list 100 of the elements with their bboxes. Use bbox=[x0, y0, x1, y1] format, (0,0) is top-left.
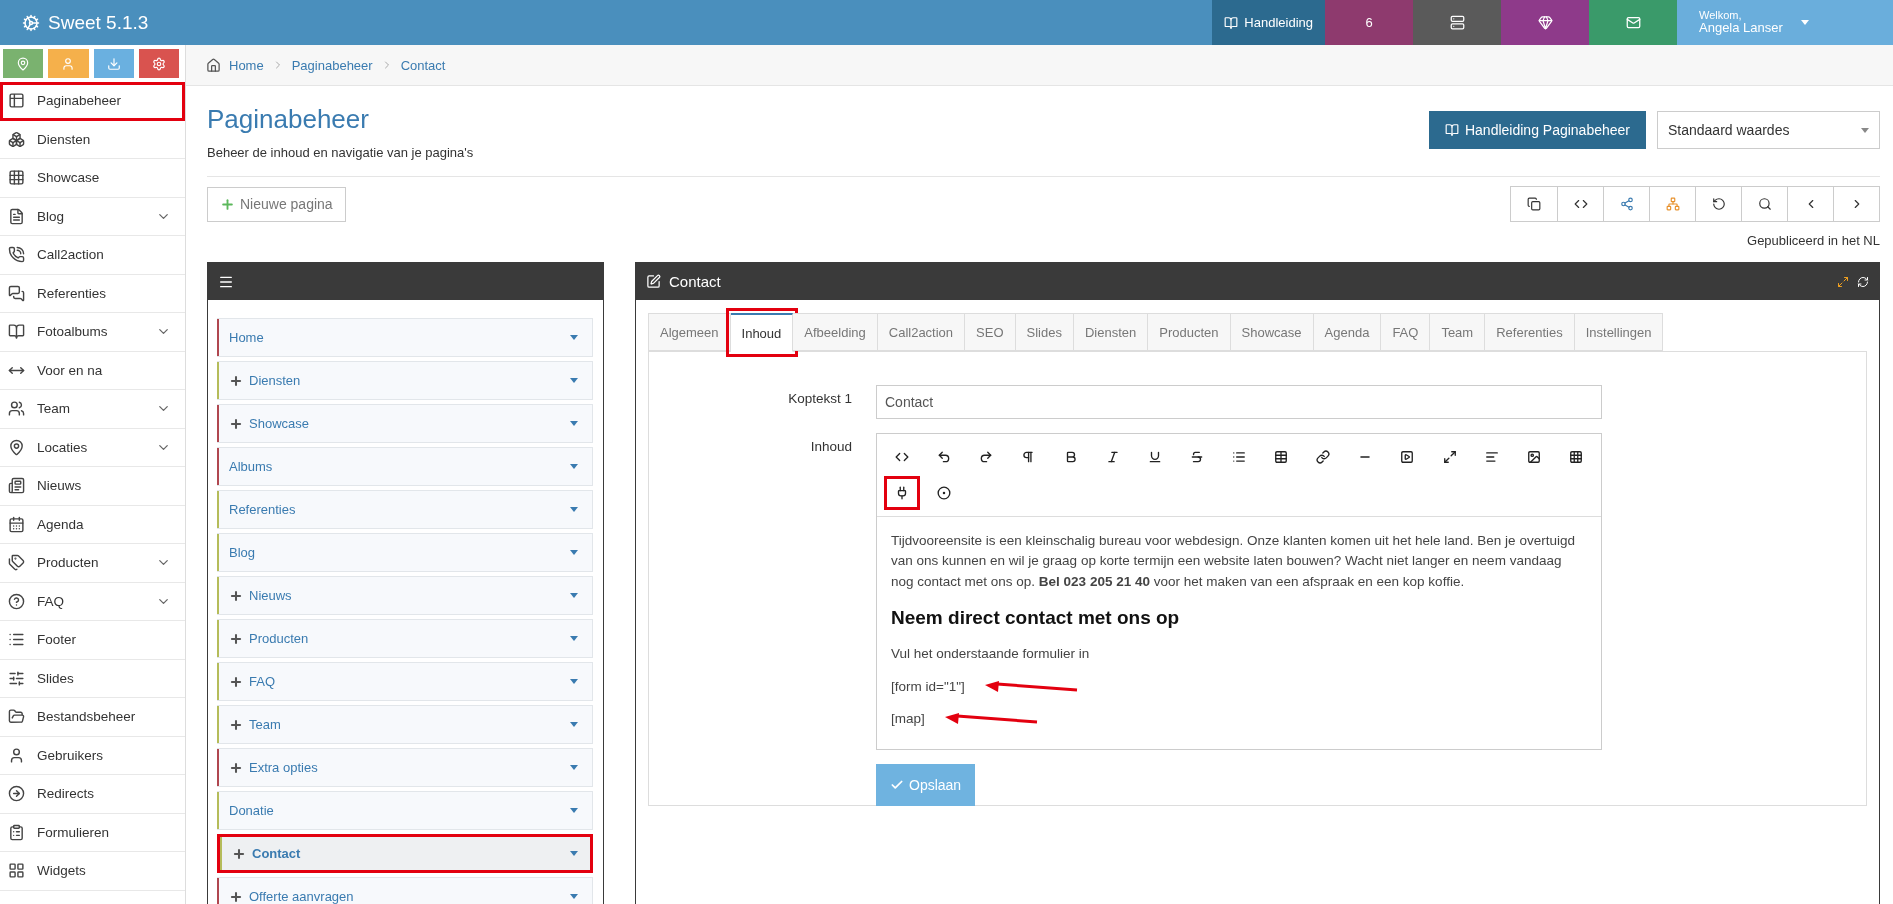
tab[interactable]: Team bbox=[1430, 313, 1486, 351]
caret-icon bbox=[1800, 20, 1809, 25]
content-paragraph: [map] bbox=[891, 709, 925, 728]
field-label: Koptekst 1 bbox=[787, 390, 852, 408]
tree-item[interactable]: Team bbox=[217, 705, 593, 744]
chat-icon bbox=[8, 284, 25, 302]
quick-button[interactable] bbox=[138, 49, 179, 78]
clipboard-icon bbox=[8, 823, 25, 841]
arrow-circle-icon bbox=[8, 785, 25, 803]
rich-text-editor[interactable] bbox=[876, 433, 1602, 750]
content-paragraph: [form id="1"] bbox=[891, 677, 965, 696]
caret-icon bbox=[570, 593, 578, 598]
heading-input[interactable]: Contact bbox=[876, 385, 1602, 419]
breadcrumb-link[interactable]: Paginabeheer bbox=[291, 57, 373, 73]
sidebar-item[interactable]: Producten bbox=[0, 544, 185, 583]
tab[interactable]: Instellingen bbox=[1574, 313, 1664, 351]
tree-item[interactable]: Nieuws bbox=[217, 576, 593, 615]
sidebar-item[interactable]: Widgets bbox=[0, 852, 185, 891]
tree-item[interactable]: Contact bbox=[217, 834, 593, 873]
sidebar-item[interactable]: Call2action bbox=[0, 236, 185, 275]
refresh-icon[interactable] bbox=[1857, 275, 1869, 288]
tab[interactable]: Call2action bbox=[877, 313, 966, 351]
page-subtitle: Beheer de inhoud en navigatie van je pagina's bbox=[207, 145, 475, 160]
tree-item[interactable]: Home bbox=[217, 318, 593, 357]
content-paragraph: Vul het onderstaande formulier in bbox=[891, 645, 1090, 664]
caret-icon bbox=[570, 464, 578, 469]
manual-link[interactable]: Handleiding bbox=[1212, 0, 1325, 45]
tree-item[interactable]: Offerte aanvragen bbox=[217, 877, 593, 904]
sliders-icon bbox=[8, 669, 25, 687]
manual-button[interactable]: Handleiding Paginabeheer bbox=[1428, 111, 1646, 149]
panel-title: Contact bbox=[669, 273, 722, 290]
tab[interactable]: Slides bbox=[1015, 313, 1074, 351]
tree-item[interactable]: Albums bbox=[217, 447, 593, 486]
tab[interactable]: Referenties bbox=[1485, 313, 1575, 351]
check-icon bbox=[890, 778, 904, 792]
caret-icon bbox=[570, 894, 578, 899]
save-button[interactable]: Opslaan bbox=[876, 764, 976, 806]
gem-button[interactable] bbox=[1501, 0, 1589, 45]
tree-item[interactable]: Producten bbox=[217, 619, 593, 658]
server-button[interactable] bbox=[1413, 0, 1501, 45]
sidebar-item[interactable]: Agenda bbox=[0, 505, 185, 544]
sidebar-item[interactable]: Voor en na bbox=[0, 351, 185, 390]
tab[interactable]: Diensten bbox=[1074, 313, 1149, 351]
sidebar-item[interactable]: Blog bbox=[0, 197, 185, 236]
sidebar-item[interactable]: Paginabeheer bbox=[0, 82, 185, 121]
tab[interactable]: Algemeen bbox=[648, 313, 731, 351]
book-icon bbox=[1444, 123, 1459, 137]
gem-icon bbox=[1537, 15, 1553, 30]
settings-icon bbox=[151, 56, 166, 71]
grid-icon bbox=[8, 169, 25, 187]
tab[interactable]: FAQ bbox=[1381, 313, 1431, 351]
calendar-icon bbox=[8, 515, 25, 533]
tree-item[interactable]: Donatie bbox=[217, 791, 593, 830]
tab[interactable]: Producten bbox=[1148, 313, 1231, 351]
folder-icon bbox=[8, 708, 25, 726]
sidebar-item[interactable]: Diensten bbox=[0, 120, 185, 159]
sidebar-item[interactable]: Fotoalbums bbox=[0, 313, 185, 352]
tree-item[interactable]: Extra opties bbox=[217, 748, 593, 787]
tree-item[interactable]: FAQ bbox=[217, 662, 593, 701]
tab[interactable]: SEO bbox=[965, 313, 1016, 351]
tab[interactable]: Agenda bbox=[1313, 313, 1382, 351]
plug-icon[interactable] bbox=[884, 476, 921, 510]
sidebar-item[interactable]: Redirects bbox=[0, 775, 185, 814]
expand-icon[interactable] bbox=[1837, 275, 1849, 288]
book-icon bbox=[8, 323, 25, 341]
caret-icon bbox=[570, 851, 578, 856]
preset-select[interactable]: Standaard waardes bbox=[1657, 111, 1880, 149]
sidebar-item[interactable]: Showcase bbox=[0, 159, 185, 198]
sidebar-item[interactable]: Gebruikers bbox=[0, 736, 185, 775]
field-label: Inhoud bbox=[809, 438, 852, 456]
breadcrumb-link[interactable]: Contact bbox=[400, 57, 446, 73]
help-icon bbox=[8, 592, 25, 610]
newspaper-icon bbox=[8, 477, 25, 495]
publish-status: Gepubliceerd in het NL bbox=[1746, 232, 1880, 250]
sidebar-item[interactable]: Locaties bbox=[0, 428, 185, 467]
sidebar-item[interactable]: Bestandsbeheer bbox=[0, 698, 185, 737]
notification-count[interactable]: 6 bbox=[1325, 0, 1413, 45]
tags-icon bbox=[8, 554, 25, 572]
sidebar-item[interactable]: Formulieren bbox=[0, 813, 185, 852]
breadcrumb-link[interactable]: Home bbox=[229, 57, 264, 73]
tree-item[interactable]: Showcase bbox=[217, 404, 593, 443]
new-page-button[interactable]: Nieuwe pagina bbox=[207, 186, 346, 222]
pin-icon bbox=[8, 438, 25, 456]
tab[interactable]: Afbeelding bbox=[793, 313, 878, 351]
user-menu[interactable]: Welkom, Angela Lanser bbox=[1677, 0, 1893, 45]
sidebar-item[interactable]: FAQ bbox=[0, 582, 185, 621]
sidebar-item[interactable]: Nieuws bbox=[0, 467, 185, 506]
tree-item[interactable]: Referenties bbox=[217, 490, 593, 529]
server-icon bbox=[1449, 15, 1465, 30]
mail-icon bbox=[1625, 15, 1641, 30]
sidebar-item[interactable]: Referenties bbox=[0, 274, 185, 313]
user-icon bbox=[8, 746, 25, 764]
sidebar-item[interactable]: Team bbox=[0, 390, 185, 429]
tree-item[interactable]: Diensten bbox=[217, 361, 593, 400]
sidebar-item[interactable]: Footer bbox=[0, 621, 185, 660]
tab[interactable]: Showcase bbox=[1230, 313, 1314, 351]
gears-icon bbox=[22, 13, 40, 32]
sidebar-item[interactable]: Slides bbox=[0, 659, 185, 698]
tree-item[interactable]: Blog bbox=[217, 533, 593, 572]
plus-icon bbox=[220, 196, 235, 212]
